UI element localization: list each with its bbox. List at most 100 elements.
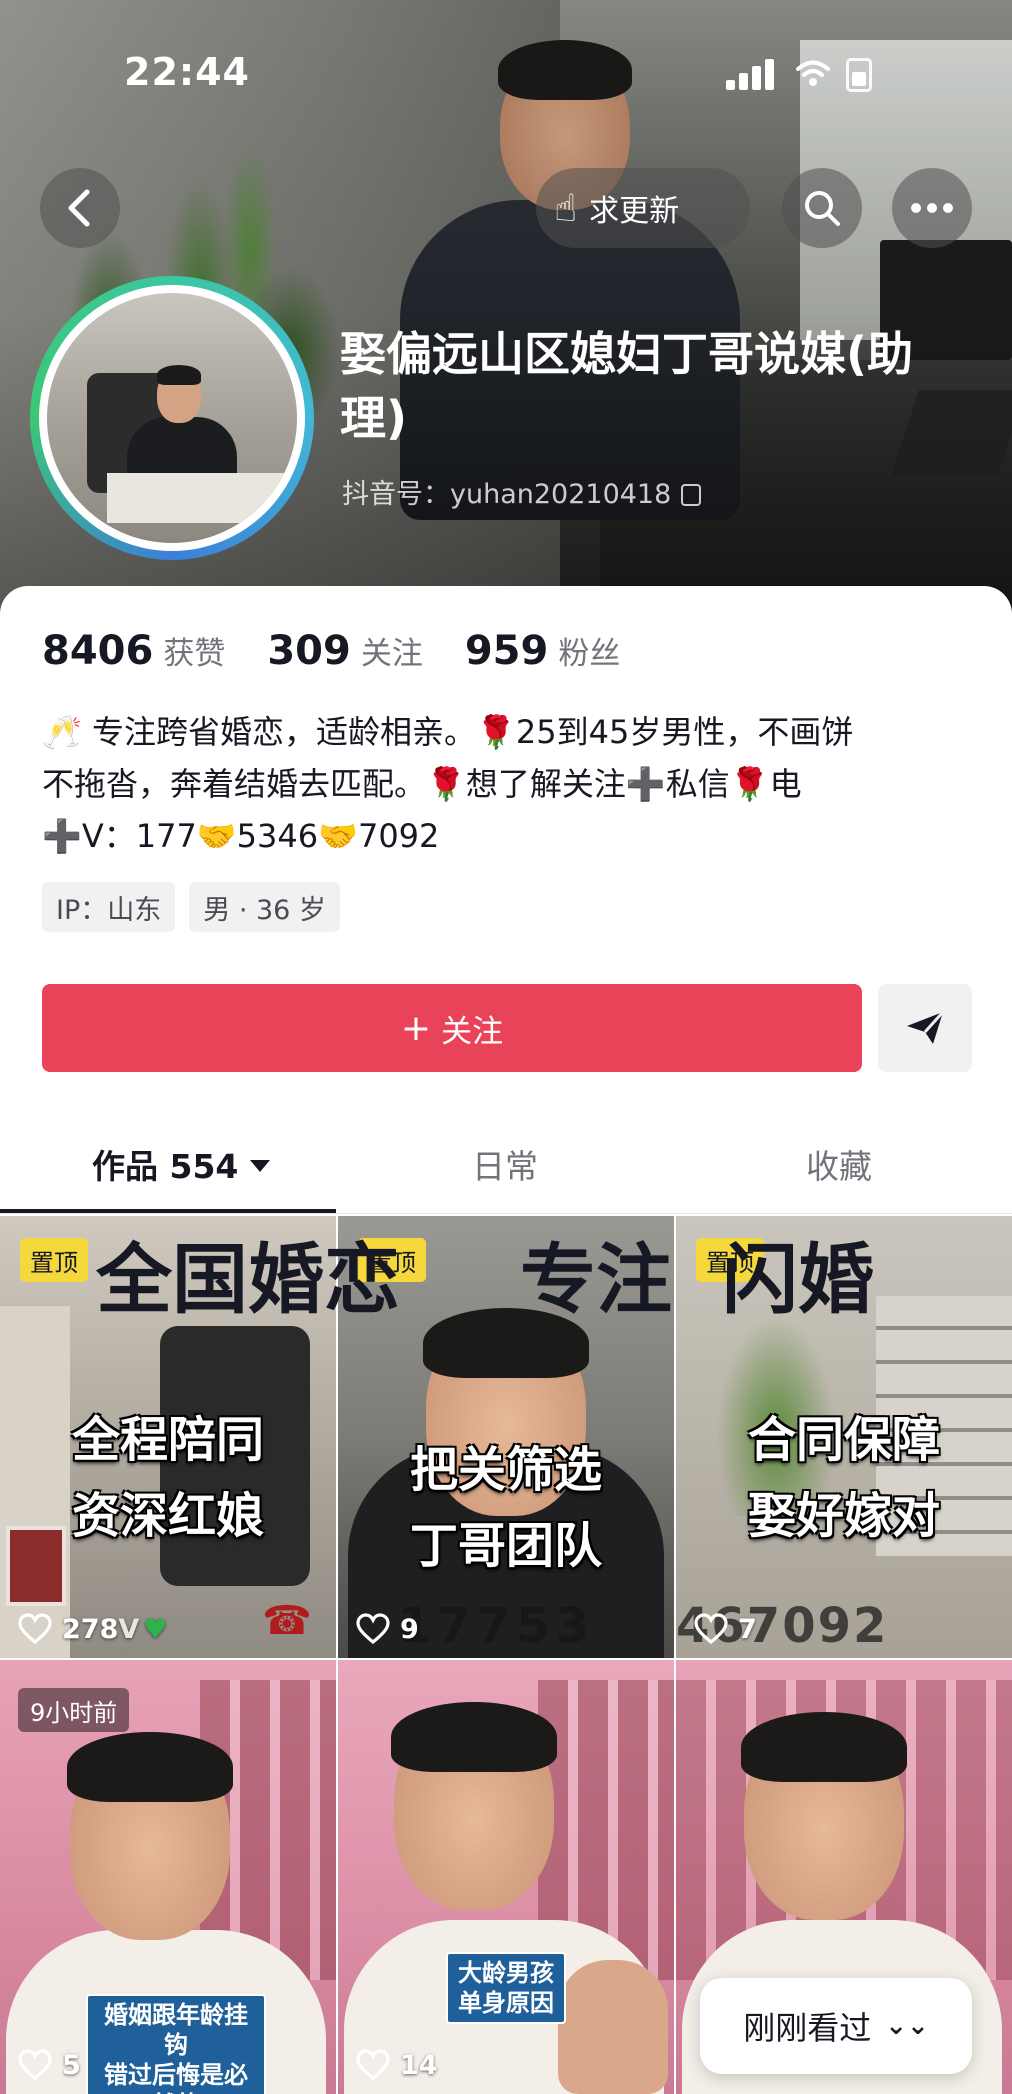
pinned-banner: 全国婚恋 专注 闪婚 <box>96 1218 1012 1324</box>
bio-line-1: 🥂 专注跨省婚恋，适龄相亲。🌹25到45岁男性，不画饼 <box>42 706 982 758</box>
profile-tabs: 作品 554 日常 收藏 <box>0 1130 1012 1210</box>
message-button[interactable] <box>878 984 972 1072</box>
stat-followers[interactable]: 959 粉丝 <box>465 628 621 674</box>
status-bar: 22:44 <box>0 0 1012 150</box>
stat-following[interactable]: 309 关注 <box>267 628 423 674</box>
heart-icon <box>18 2049 52 2081</box>
more-button[interactable] <box>892 168 972 248</box>
video-likes: 5 <box>18 2048 81 2082</box>
video-tile[interactable]: 9小时前 婚姻跟年龄挂钩 错过后悔是必然的 5 <box>0 1660 336 2094</box>
status-time: 22:44 <box>124 50 250 94</box>
video-ghost-number: 17753 <box>398 1598 595 1654</box>
video-likes-count: 7 <box>738 1613 757 1645</box>
rose-icon: 🌹 <box>476 713 516 751</box>
video-likes-count: 278 <box>62 1613 119 1645</box>
pinned-badge: 置顶 <box>20 1238 88 1282</box>
tab-favorites[interactable]: 收藏 <box>806 1140 872 1188</box>
tab-daily[interactable]: 日常 <box>472 1140 538 1188</box>
video-extra-text: V <box>118 1613 140 1645</box>
plus-icon: ➕ <box>625 765 666 803</box>
video-overlay-text: 丁哥团队 <box>409 1518 602 1574</box>
request-update-label: 求更新 <box>589 194 680 229</box>
video-likes-count: 14 <box>400 2049 438 2081</box>
video-time-badge: 9小时前 <box>18 1688 130 1732</box>
video-grid: 全程陪同 资深红娘 置顶 278 V ♥ ☎ 把关筛选 丁哥团队 置顶 17753 … <box>0 1216 1012 2094</box>
video-likes: 7 <box>694 1612 757 1646</box>
copy-icon[interactable] <box>681 484 702 506</box>
wifi-icon <box>796 60 830 86</box>
follow-button[interactable]: + 关注 <box>42 984 862 1072</box>
banner-text: 闪婚 <box>722 1235 874 1324</box>
ip-location-tag: IP：山东 <box>42 882 176 932</box>
heart-icon <box>694 1613 728 1645</box>
handshake-icon: 🤝 <box>196 817 237 855</box>
video-overlay-text: 把关筛选 <box>409 1442 602 1498</box>
stat-followers-value: 959 <box>464 628 549 674</box>
avatar[interactable] <box>30 276 314 560</box>
video-caption: 婚姻跟年龄挂钩 错过后悔是必然的 <box>86 1994 266 2094</box>
banner-text: 专注 <box>520 1235 672 1324</box>
video-likes: 278 V ♥ <box>18 1612 168 1646</box>
profile-stats: 8406 获赞 309 关注 959 粉丝 <box>42 628 662 674</box>
banner-text: 全国婚恋 <box>96 1235 400 1324</box>
double-chevron-down-icon: ⌄⌄ <box>885 2011 929 2041</box>
paper-plane-icon <box>907 1010 945 1044</box>
bio-text: V：177 <box>81 817 197 855</box>
handshake-icon: 🤝 <box>318 817 358 855</box>
video-likes-count: 5 <box>62 2049 81 2081</box>
bio-line-2: 不拖沓，奔着结婚去匹配。🌹想了解关注➕私信🌹电 <box>42 758 982 810</box>
stat-likes[interactable]: 8406 获赞 <box>42 628 225 674</box>
heart-icon <box>356 1613 390 1645</box>
stat-likes-value: 8406 <box>42 628 154 674</box>
bio-text: 5346 <box>236 817 319 855</box>
douyin-id-label: 抖音号： <box>342 479 450 510</box>
video-overlay-text: 资深红娘 <box>71 1488 264 1544</box>
rose-icon: 🌹 <box>426 765 466 803</box>
follow-label: 关注 <box>441 1013 504 1050</box>
heart-icon <box>356 2049 390 2081</box>
pointing-hand-icon: ☝ <box>554 186 578 230</box>
profile-tags: IP：山东 男 · 36 岁 <box>42 882 354 932</box>
bio-text: 私信 <box>665 765 730 803</box>
rose-icon: 🌹 <box>729 765 770 803</box>
stat-likes-label: 获赞 <box>163 636 226 672</box>
stat-followers-label: 粉丝 <box>558 636 621 672</box>
just-viewed-label: 刚刚看过 <box>743 2009 872 2047</box>
bio-line-3: ➕V：177🤝5346🤝7092 <box>42 810 982 862</box>
battery-icon <box>846 58 872 92</box>
green-heart-icon: ♥ <box>143 1613 168 1645</box>
video-likes: 9 <box>356 1612 419 1646</box>
bio-text: 电 <box>769 765 802 803</box>
profile-name: 娶偏远山区媳妇丁哥说媒(助理) <box>340 327 914 445</box>
heart-icon <box>18 1613 52 1645</box>
tab-works[interactable]: 作品 554 <box>92 1140 271 1188</box>
bio-text: 专注跨省婚恋，适龄相亲。 <box>92 713 477 751</box>
plus-icon: + <box>400 1007 432 1049</box>
video-overlay-text: 全程陪同 <box>71 1412 264 1468</box>
search-icon <box>805 191 840 226</box>
video-tile[interactable]: 大龄男孩 单身原因 14 <box>338 1660 674 2094</box>
request-update-button[interactable]: ☝ 求更新 <box>536 168 750 248</box>
video-likes: 14 <box>356 2048 438 2082</box>
plus-icon: ➕ <box>42 817 82 855</box>
stat-following-label: 关注 <box>360 636 423 672</box>
cheers-icon: 🥂 <box>42 713 82 751</box>
tab-works-label: 作品 554 <box>92 1147 239 1186</box>
caret-down-icon <box>250 1160 271 1172</box>
video-overlay-text: 娶好嫁对 <box>747 1488 940 1544</box>
just-viewed-button[interactable]: 刚刚看过 ⌄⌄ <box>700 1978 972 2074</box>
search-button[interactable] <box>782 168 862 248</box>
phone-icon: ☎ <box>262 1598 312 1644</box>
back-button[interactable] <box>40 168 120 248</box>
video-overlay-text: 合同保障 <box>747 1412 940 1468</box>
douyin-id[interactable]: 抖音号：yuhan20210418 <box>342 472 702 511</box>
stat-following-value: 309 <box>267 628 351 674</box>
bio-text: 不拖沓，奔着结婚去匹配。 <box>42 765 427 803</box>
douyin-id-value: yuhan20210418 <box>450 479 672 510</box>
cellular-signal-icon <box>726 58 776 90</box>
bio-text: 25到45岁男性，不画饼 <box>515 713 854 751</box>
more-dots-icon <box>911 203 953 213</box>
hand-gesture <box>558 1960 668 2094</box>
video-likes-count: 9 <box>400 1613 419 1645</box>
bio-text: 7092 <box>357 817 440 855</box>
